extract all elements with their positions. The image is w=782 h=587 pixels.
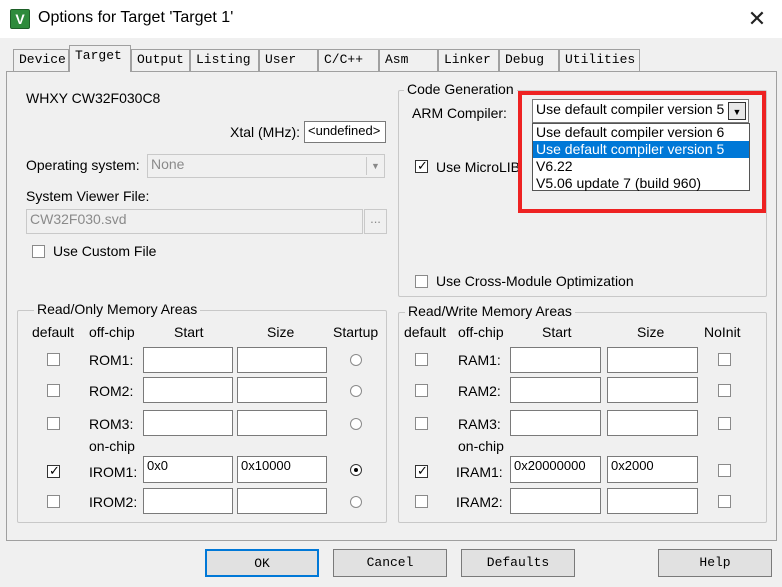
ram-title: Read/Write Memory Areas xyxy=(405,303,575,319)
rom1-label: ROM1: xyxy=(89,352,134,368)
iram1-size-input[interactable]: 0x2000 xyxy=(607,456,698,483)
rom1-size-input[interactable] xyxy=(237,347,327,373)
chevron-down-icon[interactable]: ▼ xyxy=(366,157,384,175)
use-microlib-checkbox[interactable]: ✓ xyxy=(415,158,428,173)
rom3-label: ROM3: xyxy=(89,416,134,432)
ram3-default-checkbox[interactable] xyxy=(415,417,428,430)
use-custom-file-label: Use Custom File xyxy=(53,243,157,259)
radio-dot xyxy=(354,468,358,472)
irom2-default-checkbox[interactable] xyxy=(47,495,60,508)
browse-button[interactable]: ... xyxy=(364,209,387,234)
ram3-size-input[interactable] xyxy=(607,410,698,436)
ram1-size-input[interactable] xyxy=(607,347,698,373)
rom2-label: ROM2: xyxy=(89,383,134,399)
rom-title: Read/Only Memory Areas xyxy=(34,301,201,317)
ram-header-noinit: NoInit xyxy=(704,324,741,340)
ram1-start-input[interactable] xyxy=(510,347,601,373)
cross-module-label: Use Cross-Module Optimization xyxy=(436,273,634,289)
use-custom-file-checkbox[interactable] xyxy=(32,245,45,258)
irom1-default-checkbox[interactable]: ✓ xyxy=(47,463,60,478)
irom2-size-input[interactable] xyxy=(237,488,327,514)
ram-header-default: default xyxy=(404,324,447,340)
ram2-label: RAM2: xyxy=(458,383,501,399)
ram3-noinit-checkbox[interactable] xyxy=(718,417,731,430)
code-generation-title: Code Generation xyxy=(404,81,517,97)
xtal-input[interactable]: <undefined> xyxy=(304,121,386,143)
ram2-size-input[interactable] xyxy=(607,377,698,403)
rom-onchip-label: on-chip xyxy=(89,438,135,454)
irom1-start-input[interactable]: 0x0 xyxy=(143,456,233,483)
ram1-label: RAM1: xyxy=(458,352,501,368)
rom-header-startup: Startup xyxy=(333,324,379,340)
ram3-start-input[interactable] xyxy=(510,410,601,436)
irom2-label: IROM2: xyxy=(89,494,138,510)
rom-header-start: Start xyxy=(174,324,204,340)
dialog-content: WHXY CW32F030C8 Xtal (MHz): <undefined> … xyxy=(0,0,782,587)
cross-module-checkbox[interactable] xyxy=(415,275,428,288)
ram1-noinit-checkbox[interactable] xyxy=(718,353,731,366)
rom2-default-checkbox[interactable] xyxy=(47,384,60,397)
svd-input[interactable]: CW32F030.svd xyxy=(26,209,363,234)
ram-header-start: Start xyxy=(542,324,572,340)
ram2-start-input[interactable] xyxy=(510,377,601,403)
iram1-default-checkbox[interactable]: ✓ xyxy=(415,463,428,478)
os-label: Operating system: xyxy=(26,157,140,173)
iram2-label: IRAM2: xyxy=(456,494,503,510)
irom2-startup-radio[interactable] xyxy=(350,496,362,508)
rom3-startup-radio[interactable] xyxy=(350,418,362,430)
rom-header-size: Size xyxy=(267,324,295,340)
rom2-start-input[interactable] xyxy=(143,377,233,403)
rom3-default-checkbox[interactable] xyxy=(47,417,60,430)
check-icon: ✓ xyxy=(417,158,428,173)
ram-header-offchip: off-chip xyxy=(458,324,504,340)
irom1-size-input[interactable]: 0x10000 xyxy=(237,456,327,483)
iram1-noinit-checkbox[interactable] xyxy=(718,464,731,477)
irom1-label: IROM1: xyxy=(89,464,138,480)
ram-header-size: Size xyxy=(637,324,665,340)
device-name: WHXY CW32F030C8 xyxy=(26,90,161,106)
rom2-size-input[interactable] xyxy=(237,377,327,403)
svd-label: System Viewer File: xyxy=(26,188,150,204)
use-microlib-label: Use MicroLIB xyxy=(436,159,521,175)
os-value: None xyxy=(151,156,185,172)
os-select[interactable]: None xyxy=(147,154,385,178)
rom-header-default: default xyxy=(32,324,75,340)
rom2-startup-radio[interactable] xyxy=(350,385,362,397)
iram2-start-input[interactable] xyxy=(510,488,601,514)
rom3-size-input[interactable] xyxy=(237,410,327,436)
check-icon: ✓ xyxy=(417,463,428,478)
ram2-noinit-checkbox[interactable] xyxy=(718,384,731,397)
ram1-default-checkbox[interactable] xyxy=(415,353,428,366)
irom1-startup-radio[interactable] xyxy=(350,464,362,476)
iram2-size-input[interactable] xyxy=(607,488,698,514)
irom2-start-input[interactable] xyxy=(143,488,233,514)
xtal-label: Xtal (MHz): xyxy=(230,124,300,140)
rom-header-offchip: off-chip xyxy=(89,324,135,340)
arm-compiler-label: ARM Compiler: xyxy=(412,105,507,121)
iram2-noinit-checkbox[interactable] xyxy=(718,495,731,508)
rom1-start-input[interactable] xyxy=(143,347,233,373)
check-icon: ✓ xyxy=(49,463,60,478)
rom1-default-checkbox[interactable] xyxy=(47,353,60,366)
iram1-label: IRAM1: xyxy=(456,464,503,480)
iram1-start-input[interactable]: 0x20000000 xyxy=(510,456,601,483)
ram2-default-checkbox[interactable] xyxy=(415,384,428,397)
ram3-label: RAM3: xyxy=(458,416,501,432)
rom3-start-input[interactable] xyxy=(143,410,233,436)
iram2-default-checkbox[interactable] xyxy=(415,495,428,508)
rom1-startup-radio[interactable] xyxy=(350,354,362,366)
highlight-annotation xyxy=(518,91,766,213)
ram-onchip-label: on-chip xyxy=(458,438,504,454)
